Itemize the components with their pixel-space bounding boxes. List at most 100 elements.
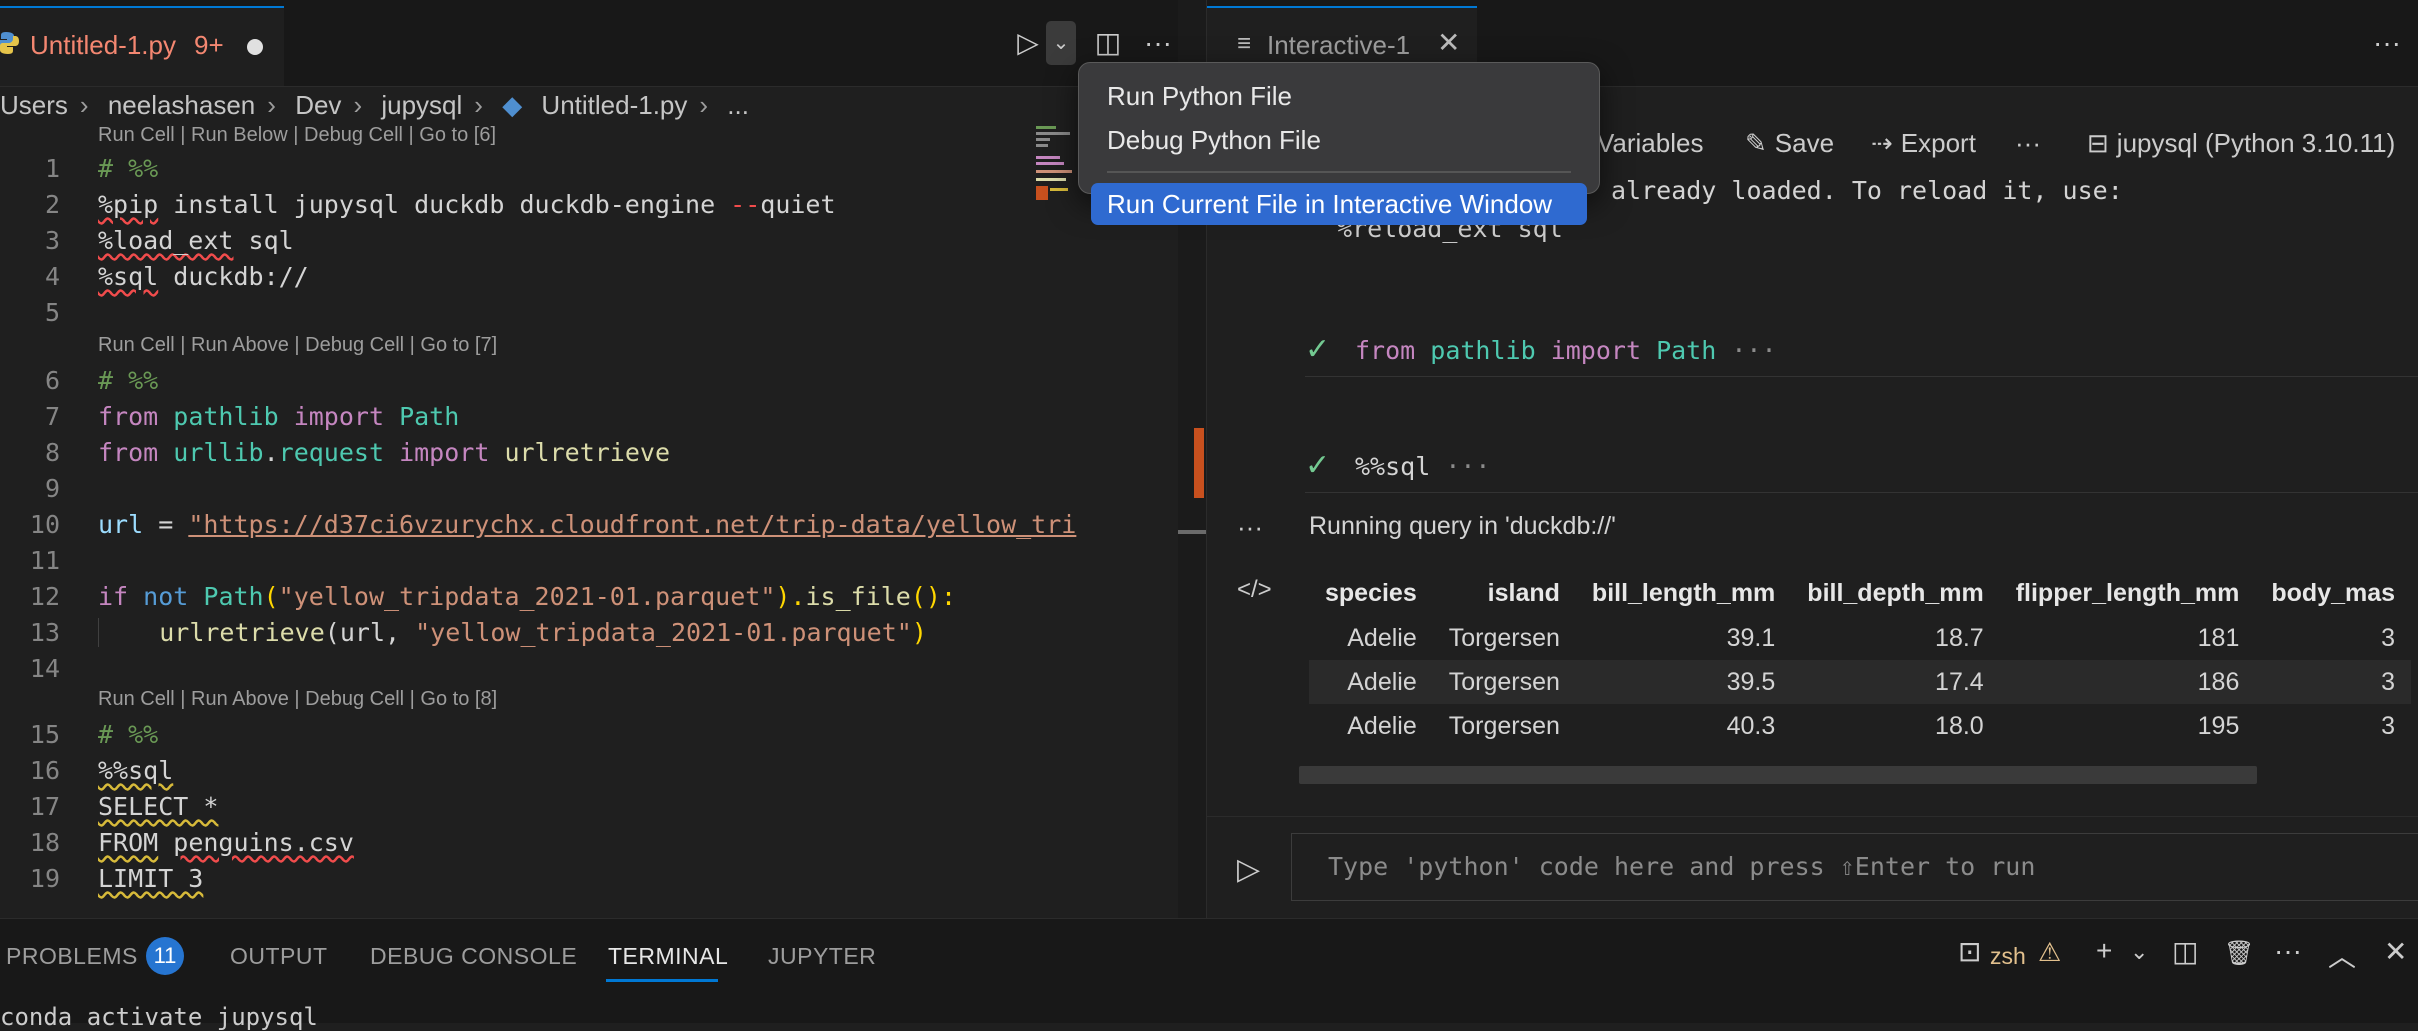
shell-name[interactable]: zsh: [1990, 943, 2026, 970]
code-lens[interactable]: Run Cell | Run Above | Debug Cell | Go t…: [98, 688, 497, 711]
menu-item-run-in-interactive-window[interactable]: Run Current File in Interactive Window: [1091, 183, 1587, 225]
result-table: species island bill_length_mm bill_depth…: [1309, 570, 2412, 748]
run-options-dropdown-button[interactable]: ⌄: [1046, 21, 1076, 65]
minimap[interactable]: [1036, 122, 1074, 202]
line-number: 18: [29, 828, 60, 857]
code-line-10[interactable]: url = "https://d37ci6vzurychx.cloudfront…: [98, 510, 1076, 539]
code-token: %%sql: [98, 756, 174, 785]
breadcrumb-item-file[interactable]: Untitled-1.py: [541, 90, 687, 120]
table-cell: 186: [1999, 660, 2256, 704]
code-token: import: [1550, 336, 1642, 365]
kernel-picker-button[interactable]: ⊟ jupysql (Python 3.10.11): [2087, 128, 2395, 159]
code-line-3[interactable]: %load_ext sql: [98, 226, 294, 255]
code-token: quiet: [760, 190, 836, 219]
table-row: Adelie Torgersen 39.1 18.7 181 3: [1309, 616, 2411, 660]
executed-cell[interactable]: ✓ %%sql ···: [1305, 448, 2418, 498]
code-lens[interactable]: Run Cell | Run Above | Debug Cell | Go t…: [98, 334, 497, 357]
table-cell: Adelie: [1309, 660, 1433, 704]
add-terminal-icon[interactable]: +: [2096, 935, 2112, 967]
code-token: "https://d37ci6vzurychx.cloudfront.net/t…: [188, 510, 1077, 539]
breadcrumb-item-users[interactable]: Users: [0, 90, 68, 120]
table-cell: 3: [2381, 623, 2396, 652]
code-line-16[interactable]: %%sql: [98, 756, 173, 785]
breadcrumb-item-symbols[interactable]: ...: [727, 90, 749, 120]
code-token: (: [263, 582, 279, 611]
kernel-icon: ⊟: [2087, 128, 2109, 158]
chevron-right-icon: ›: [474, 90, 483, 120]
executed-cell[interactable]: ✓ from pathlib import Path ···: [1305, 332, 2418, 382]
interactive-more-actions-button[interactable]: ···: [2367, 21, 2407, 65]
tab-problems[interactable]: PROBLEMS: [6, 943, 138, 970]
tab-untitled-1-py[interactable]: Untitled-1.py 9+: [0, 6, 284, 86]
code-token: sql: [233, 226, 294, 255]
line-number: 16: [29, 756, 60, 785]
breadcrumb-item-dev[interactable]: Dev: [295, 90, 341, 120]
interactive-input-box[interactable]: Type 'python' code here and press ⇧Enter…: [1291, 833, 2418, 901]
table-row: Adelie Torgersen 40.3 18.0 195 3: [1309, 704, 2411, 748]
run-python-file-button[interactable]: ▷: [1008, 21, 1048, 65]
menu-item-debug-python-file[interactable]: Debug Python File: [1079, 119, 1599, 161]
export-button[interactable]: ⇢ Export: [1871, 128, 1976, 159]
code-line-12[interactable]: if not Path("yellow_tripdata_2021-01.par…: [98, 582, 956, 611]
line-number: 17: [29, 792, 60, 821]
tab-terminal[interactable]: TERMINAL: [608, 943, 728, 970]
unsaved-dot-icon[interactable]: [247, 39, 263, 55]
line-number: 10: [29, 510, 60, 539]
code-token: FROM: [98, 828, 159, 857]
tab-debug-console[interactable]: DEBUG CONSOLE: [370, 943, 577, 970]
table-horizontal-scrollbar[interactable]: [1299, 766, 2257, 784]
expand-cell-icon[interactable]: ···: [1731, 336, 1776, 365]
table-cell: 17.4: [1791, 660, 2000, 704]
code-line-17[interactable]: SELECT *: [98, 792, 218, 821]
code-line-1[interactable]: # %%: [98, 154, 158, 183]
code-line-6[interactable]: # %%: [98, 366, 158, 395]
trash-icon[interactable]: 🗑: [2224, 939, 2254, 968]
table-cell: 40.3: [1726, 711, 1776, 740]
code-line-7[interactable]: from pathlib import Path: [98, 402, 459, 431]
close-icon[interactable]: ✕: [1437, 26, 1460, 59]
split-editor-icon: ◫: [1094, 27, 1122, 58]
save-button[interactable]: ✎ Save: [1745, 128, 1834, 159]
code-line-2[interactable]: %pip install jupysql duckdb duckdb-engin…: [98, 190, 836, 219]
expand-cell-icon[interactable]: ···: [1445, 452, 1490, 481]
code-token: import: [399, 438, 490, 467]
close-icon[interactable]: ✕: [2384, 935, 2407, 968]
run-input-play-icon[interactable]: ▷: [1237, 852, 1260, 887]
line-number: 2: [44, 190, 60, 219]
breadcrumb-item-jupysql[interactable]: jupysql: [381, 90, 462, 120]
scroll-thumb[interactable]: [1178, 530, 1206, 534]
ellipsis-icon[interactable]: ···: [2274, 935, 2302, 967]
bottom-panel: PROBLEMS 11 OUTPUT DEBUG CONSOLE TERMINA…: [0, 918, 2418, 1031]
tab-jupyter[interactable]: JUPYTER: [768, 943, 876, 970]
output-code-icon[interactable]: </>: [1237, 576, 1272, 604]
output-more-icon[interactable]: ···: [1237, 512, 1263, 543]
tab-output[interactable]: OUTPUT: [230, 943, 328, 970]
variables-button[interactable]: Variables: [1597, 128, 1703, 159]
toolbar-more-button[interactable]: ···: [2015, 128, 2041, 159]
split-editor-button[interactable]: ◫: [1088, 21, 1128, 65]
code-token: urllib: [173, 438, 264, 467]
maximize-panel-icon[interactable]: ︿: [2328, 935, 2356, 975]
cell-code: %%sql ···: [1355, 452, 1490, 481]
code-lens[interactable]: Run Cell | Run Below | Debug Cell | Go t…: [98, 124, 496, 147]
code-line-19[interactable]: LIMIT 3: [98, 864, 203, 893]
code-token: .: [263, 438, 279, 467]
table-cell: Adelie: [1347, 711, 1417, 740]
terminal-text: conda activate jupysql: [0, 1003, 318, 1031]
table-cell: 3: [2255, 660, 2412, 704]
code-line-8[interactable]: from urllib.request import urlretrieve: [98, 438, 670, 467]
editor-more-actions-button[interactable]: ···: [1138, 21, 1178, 65]
code-token: Path: [1656, 336, 1717, 365]
split-terminal-icon[interactable]: ◫: [2172, 935, 2198, 968]
code-line-4[interactable]: %sql duckdb://: [98, 262, 309, 291]
line-number: 7: [44, 402, 60, 431]
menu-item-run-python-file[interactable]: Run Python File: [1079, 75, 1599, 117]
chevron-down-icon[interactable]: ⌄: [2130, 939, 2148, 965]
breadcrumb-item-user[interactable]: neelashasen: [108, 90, 255, 120]
code-line-15[interactable]: # %%: [98, 720, 158, 749]
code-line-13[interactable]: urlretrieve(url, "yellow_tripdata_2021-0…: [98, 618, 927, 647]
code-line-18[interactable]: FROM penguins.csv: [98, 828, 354, 857]
code-token: url: [98, 510, 144, 539]
warning-icon[interactable]: ⚠: [2038, 937, 2061, 968]
ellipsis-icon: ···: [1144, 27, 1172, 58]
